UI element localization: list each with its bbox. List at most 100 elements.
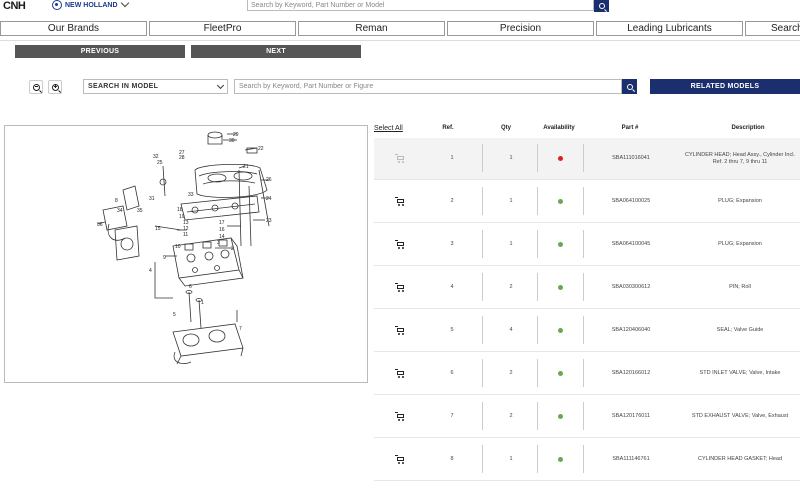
callout[interactable]: 26 — [266, 177, 272, 183]
callout[interactable]: 1 — [201, 300, 204, 306]
callout[interactable]: 8 — [115, 198, 118, 204]
callout[interactable]: 16 — [219, 227, 225, 233]
cart-icon — [395, 455, 405, 464]
add-to-cart-button[interactable] — [388, 353, 412, 394]
callout[interactable]: 23 — [266, 218, 272, 224]
col-ref: Ref. — [442, 125, 454, 131]
column-separator — [583, 316, 584, 344]
availability-indicator — [557, 285, 563, 290]
col-availability: Availability — [543, 125, 575, 131]
callout[interactable]: 11 — [183, 232, 188, 238]
next-button[interactable]: NEXT — [191, 45, 361, 58]
qty-cell: 2 — [509, 370, 513, 377]
brand-selector[interactable]: NEW HOLLAND — [52, 0, 129, 10]
availability-cell — [538, 138, 582, 179]
callout[interactable]: 36 — [97, 222, 103, 228]
add-to-cart-button[interactable] — [388, 267, 412, 308]
table-row: 5 4 SBA120406040 SEAL; Valve Guide — [374, 310, 800, 352]
callout[interactable]: 33 — [188, 192, 194, 198]
parts-diagram[interactable]: 29 30 22 27 28 32 21 25 31 26 24 23 18 1… — [4, 125, 368, 383]
column-separator — [583, 402, 584, 430]
ref-cell: 2 — [450, 198, 454, 205]
site-search-button[interactable] — [594, 0, 609, 12]
column-separator — [482, 402, 483, 430]
description-cell: PLUG; Expansion — [718, 198, 762, 205]
callout[interactable]: 15 — [155, 226, 161, 232]
callout[interactable]: 7 — [239, 326, 242, 332]
ref-cell: 8 — [450, 456, 454, 463]
callout[interactable]: 3 — [217, 240, 220, 246]
callout[interactable]: 24 — [266, 196, 272, 202]
part-number-cell[interactable]: SBA120166012 — [596, 353, 666, 394]
add-to-cart-button — [388, 138, 412, 179]
part-number-cell[interactable]: SBA064100025 — [596, 181, 666, 222]
description-cell: CYLINDER HEAD GASKET; Head — [697, 456, 783, 463]
availability-indicator — [557, 242, 563, 247]
callout[interactable]: 34 — [117, 208, 123, 214]
column-separator — [583, 359, 584, 387]
add-to-cart-button[interactable] — [388, 439, 412, 480]
nav-leading-lubricants[interactable]: Leading Lubricants — [596, 21, 743, 36]
availability-cell — [538, 439, 582, 480]
search-icon — [598, 3, 605, 9]
col-qty: Qty — [500, 125, 511, 131]
part-number-cell[interactable]: SBA030300612 — [596, 267, 666, 308]
callout[interactable]: 28 — [179, 155, 185, 161]
table-row: 7 2 SBA120176011 STD EXHAUST VALVE; Valve, … — [374, 396, 800, 438]
add-to-cart-button[interactable] — [388, 396, 412, 437]
nav-fleetpro[interactable]: FleetPro — [149, 21, 296, 36]
model-search-input[interactable]: Search by Keyword, Part Number or Figure — [234, 79, 622, 94]
availability-indicator — [557, 457, 563, 462]
callout[interactable]: 31 — [149, 196, 155, 202]
cnh-logo[interactable]: CNH — [3, 0, 26, 12]
column-separator — [583, 273, 584, 301]
related-models-button[interactable]: RELATED MODELS — [650, 79, 800, 94]
part-number-cell[interactable]: SBA064100045 — [596, 224, 666, 265]
column-separator — [583, 187, 584, 215]
callout[interactable]: 4 — [149, 268, 152, 274]
chevron-down-icon — [216, 81, 225, 90]
callout[interactable]: 18 — [177, 207, 183, 213]
part-number-cell[interactable]: SBA111016041 — [596, 138, 666, 179]
callout[interactable]: 21 — [243, 164, 249, 170]
callout[interactable]: 17 — [219, 220, 225, 226]
part-number-cell[interactable]: SBA120176011 — [596, 396, 666, 437]
select-all-link[interactable]: Select All — [374, 125, 403, 132]
add-to-cart-button[interactable] — [388, 224, 412, 265]
ref-cell: 6 — [450, 370, 454, 377]
add-to-cart-button[interactable] — [388, 181, 412, 222]
nav-precision[interactable]: Precision — [447, 21, 594, 36]
callout[interactable]: 6 — [189, 284, 192, 290]
callout[interactable]: 14 — [219, 234, 225, 240]
part-number-cell[interactable]: SBA120406040 — [596, 310, 666, 351]
table-row: 6 2 SBA120166012 STD INLET VALVE; Valve, In… — [374, 353, 800, 395]
callout[interactable]: 25 — [157, 160, 163, 166]
callout[interactable]: 5 — [173, 312, 176, 318]
site-search-input[interactable]: Search by Keyword, Part Number or Model — [247, 0, 594, 11]
nav-search[interactable]: Search — [745, 21, 800, 36]
callout[interactable]: 2 — [231, 246, 234, 252]
availability-indicator — [557, 156, 563, 161]
diagram-callouts: 29 30 22 27 28 32 21 25 31 26 24 23 18 1… — [97, 132, 272, 332]
qty-cell: 1 — [509, 456, 513, 463]
model-search-button[interactable] — [622, 79, 637, 94]
qty-cell: 1 — [509, 155, 513, 162]
callout[interactable]: 35 — [137, 208, 143, 214]
qty-cell: 1 — [509, 241, 513, 248]
zoom-out-button[interactable] — [29, 80, 43, 94]
callout[interactable]: 9 — [163, 255, 166, 261]
add-to-cart-button[interactable] — [388, 310, 412, 351]
zoom-out-icon — [32, 83, 40, 91]
search-scope-select[interactable]: SEARCH IN MODEL — [83, 79, 228, 94]
part-number-cell[interactable]: SBA111146761 — [596, 439, 666, 480]
column-separator — [583, 445, 584, 473]
callout[interactable]: 10 — [175, 244, 181, 250]
previous-button[interactable]: PREVIOUS — [15, 45, 185, 58]
zoom-in-button[interactable] — [48, 80, 62, 94]
nav-our-brands[interactable]: Our Brands — [0, 21, 147, 36]
description-cell: PLUG; Expansion — [718, 241, 762, 248]
nav-reman[interactable]: Reman — [298, 21, 445, 36]
callout[interactable]: 22 — [258, 146, 264, 152]
callout[interactable]: 30 — [229, 138, 235, 144]
column-separator — [482, 230, 483, 258]
